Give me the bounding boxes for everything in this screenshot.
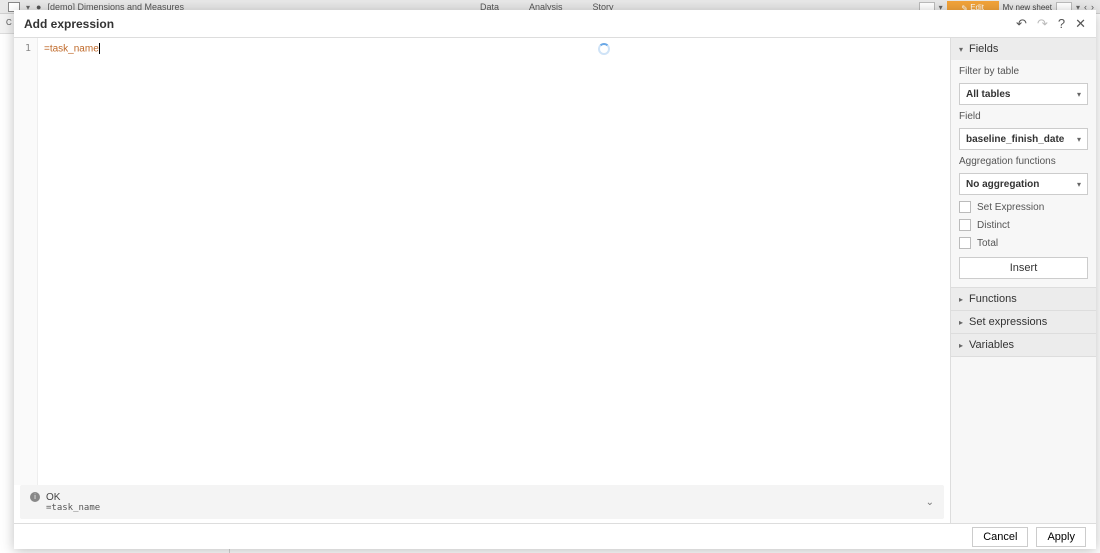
status-value: =task_name bbox=[46, 503, 100, 513]
fields-section-header[interactable]: ▾Fields bbox=[951, 38, 1096, 60]
info-icon: i bbox=[30, 492, 40, 502]
chevron-down-icon: ▾ bbox=[959, 45, 963, 54]
expression-input[interactable]: =task_name bbox=[38, 38, 950, 60]
chevron-down-icon: ▾ bbox=[1077, 90, 1081, 99]
total-checkbox[interactable]: Total bbox=[959, 237, 1088, 249]
expression-modal: Add expression ↶ ↷ ? ✕ 1 =task_name i OK … bbox=[14, 10, 1096, 549]
redo-icon[interactable]: ↷ bbox=[1037, 16, 1048, 32]
status-bar: i OK =task_name ⌄ bbox=[20, 485, 944, 519]
chevron-down-icon[interactable]: ⌄ bbox=[926, 497, 934, 508]
field-label: Field bbox=[959, 111, 1088, 122]
help-icon[interactable]: ? bbox=[1058, 16, 1065, 31]
modal-title: Add expression bbox=[24, 17, 114, 31]
chevron-right-icon: ▸ bbox=[959, 341, 963, 350]
distinct-checkbox[interactable]: Distinct bbox=[959, 219, 1088, 231]
functions-section-header[interactable]: ▸Functions bbox=[951, 288, 1096, 310]
status-ok: OK bbox=[46, 492, 60, 503]
field-select[interactable]: baseline_finish_date▾ bbox=[959, 128, 1088, 150]
chevron-right-icon: ▸ bbox=[959, 295, 963, 304]
aggregation-select[interactable]: No aggregation▾ bbox=[959, 173, 1088, 195]
aggregation-label: Aggregation functions bbox=[959, 156, 1088, 167]
insert-button[interactable]: Insert bbox=[959, 257, 1088, 279]
line-gutter: 1 bbox=[14, 38, 38, 485]
set-expression-checkbox[interactable]: Set Expression bbox=[959, 201, 1088, 213]
cancel-button[interactable]: Cancel bbox=[972, 527, 1028, 547]
chevron-down-icon: ▾ bbox=[1077, 135, 1081, 144]
filter-label: Filter by table bbox=[959, 66, 1088, 77]
undo-icon[interactable]: ↶ bbox=[1016, 16, 1027, 32]
setexpr-section-header[interactable]: ▸Set expressions bbox=[951, 311, 1096, 333]
chevron-right-icon: ▸ bbox=[959, 318, 963, 327]
filter-table-select[interactable]: All tables▾ bbox=[959, 83, 1088, 105]
apply-button[interactable]: Apply bbox=[1036, 527, 1086, 547]
variables-section-header[interactable]: ▸Variables bbox=[951, 334, 1096, 356]
close-icon[interactable]: ✕ bbox=[1075, 16, 1086, 32]
loading-spinner-icon bbox=[598, 43, 610, 55]
chevron-down-icon: ▾ bbox=[1077, 180, 1081, 189]
